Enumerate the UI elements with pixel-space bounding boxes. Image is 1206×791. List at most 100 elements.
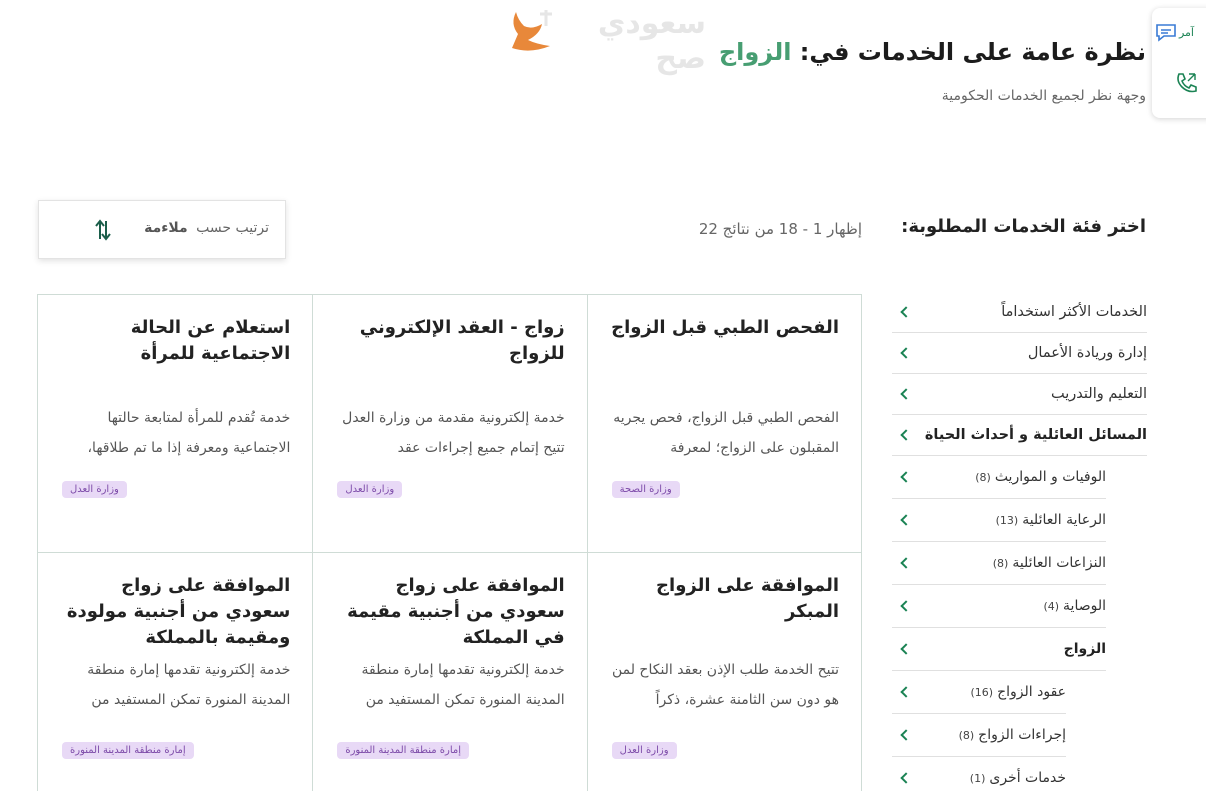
sidebar-item-label: إدارة وريادة الأعمال <box>1028 345 1147 361</box>
sidebar-item[interactable]: خدمات أخرى(1) <box>892 757 1066 791</box>
sort-label-text: ترتيب حسب <box>196 220 269 236</box>
services-grid: الفحص الطبي قبل الزواج الفحص الطبي قبل ال… <box>37 294 862 791</box>
sidebar-item-text: النزاعات العائلية <box>1012 555 1106 571</box>
page-subtitle: وجهة نظر لجميع الخدمات الحكومية <box>941 88 1146 104</box>
sidebar-item[interactable]: إجراءات الزواج(8) <box>892 714 1066 757</box>
card-agency-badge: إمارة منطقة المدينة المنورة <box>62 742 194 759</box>
chevron-left-icon <box>900 600 912 612</box>
card-title: استعلام عن الحالة الاجتماعية للمرأة <box>130 317 291 364</box>
sidebar-item[interactable]: المسائل العائلية و أحداث الحياة <box>892 415 1147 456</box>
sidebar-item-label: عقود الزواج(16) <box>970 684 1066 700</box>
sidebar-item-text: الوفيات و المواريث <box>994 469 1106 485</box>
card-agency-badge: وزارة العدل <box>611 742 677 759</box>
chevron-left-icon <box>900 729 912 741</box>
sidebar-item-count: (13) <box>995 514 1019 527</box>
page-title-accent: الزواج <box>718 38 792 66</box>
sidebar-item[interactable]: الزواج <box>892 628 1106 671</box>
sidebar-item-label: التعليم والتدريب <box>1051 386 1147 402</box>
phone-icon <box>1177 73 1197 93</box>
sidebar-item-label: النزاعات العائلية(8) <box>993 555 1106 571</box>
card-agency-badge: إمارة منطقة المدينة المنورة <box>337 742 470 759</box>
card-title: زواج - العقد الإلكتروني للزواج <box>359 317 565 364</box>
category-heading: اختر فئة الخدمات المطلوبة: <box>901 216 1146 237</box>
card-description: الفحص الطبي قبل الزواج، فحص يجريه المقبل… <box>613 410 839 456</box>
chevron-left-icon <box>900 772 912 784</box>
sort-dropdown[interactable]: ترتيب حسب ملاءمة <box>38 200 286 259</box>
sidebar-item-label: خدمات أخرى(1) <box>970 770 1066 786</box>
sort-arrows-icon <box>95 219 111 241</box>
card-description: خدمة تُقدم للمرأة لمتابعة حالتها الاجتما… <box>87 410 291 456</box>
card-description: خدمة إلكترونية مقدمة من وزارة العدل تتيح… <box>342 410 565 456</box>
sort-value: ملاءمة <box>144 220 188 236</box>
sidebar-item-count: (8) <box>975 471 991 484</box>
sidebar-item-count: (16) <box>970 686 994 699</box>
service-card[interactable]: استعلام عن الحالة الاجتماعية للمرأة خدمة … <box>38 295 313 553</box>
call-button[interactable] <box>1174 70 1200 100</box>
sidebar-item[interactable]: النزاعات العائلية(8) <box>892 542 1106 585</box>
sidebar-item[interactable]: الرعاية العائلية(13) <box>892 499 1106 542</box>
service-card[interactable]: الموافقة على زواج سعودي من أجنبية مولودة… <box>38 553 313 791</box>
sort-label: ترتيب حسب ملاءمة <box>144 220 269 236</box>
service-card[interactable]: زواج - العقد الإلكتروني للزواج خدمة إلكتر… <box>312 295 587 553</box>
sidebar-item-text: الزواج <box>1063 641 1106 657</box>
sidebar-item-label: المسائل العائلية و أحداث الحياة <box>925 427 1147 443</box>
sidebar-item-text: المسائل العائلية و أحداث الحياة <box>924 427 1147 443</box>
sidebar-item-label: الخدمات الأكثر استخداماً <box>1001 304 1147 320</box>
chevron-left-icon <box>900 347 912 359</box>
sidebar-item-text: إدارة وريادة الأعمال <box>1027 345 1147 361</box>
card-description: خدمة إلكترونية تقدمها إمارة منطقة المدين… <box>361 662 565 708</box>
logo-mark-icon <box>512 10 552 51</box>
page-title: نظرة عامة على الخدمات في: الزواج <box>719 38 1146 66</box>
site-logo: سعودي صح <box>506 4 706 76</box>
service-card[interactable]: الموافقة على الزواج المبكر تتيح الخدمة طل… <box>586 553 861 791</box>
chat-button[interactable]: آمر <box>1155 22 1194 42</box>
service-card[interactable]: الفحص الطبي قبل الزواج الفحص الطبي قبل ال… <box>586 295 861 553</box>
page-title-prefix: نظرة عامة على الخدمات في: <box>791 38 1146 66</box>
sidebar-item-label: الوفيات و المواريث(8) <box>975 469 1106 485</box>
sidebar-item[interactable]: الوفيات و المواريث(8) <box>892 456 1106 499</box>
chevron-left-icon <box>900 643 912 655</box>
sidebar-item-count: (1) <box>969 772 986 785</box>
card-agency-badge: وزارة العدل <box>337 481 403 498</box>
chevron-left-icon <box>900 429 912 441</box>
chevron-left-icon <box>900 306 912 318</box>
chevron-left-icon <box>900 471 912 483</box>
card-agency-badge: وزارة العدل <box>62 481 127 498</box>
service-card[interactable]: الموافقة على زواج سعودي من أجنبية مقيمة … <box>312 553 587 791</box>
results-count: إظهار 1 - 18 من نتائج 22 <box>698 220 862 238</box>
sidebar-item-label: الزواج <box>1064 641 1106 657</box>
sidebar-item[interactable]: إدارة وريادة الأعمال <box>892 333 1147 374</box>
card-title: الفحص الطبي قبل الزواج <box>611 317 839 338</box>
category-sidebar: الخدمات الأكثر استخداماً إدارة وريادة الأ… <box>892 292 1147 791</box>
chevron-left-icon <box>900 514 912 526</box>
contact-widget: آمر <box>1152 8 1206 118</box>
card-title: الموافقة على الزواج المبكر <box>656 575 839 622</box>
sidebar-item-label: الوصاية(4) <box>1043 598 1106 614</box>
sidebar-item-text: إجراءات الزواج <box>978 727 1066 743</box>
card-description: تتيح الخدمة طلب الإذن بعقد النكاح لمن هو… <box>611 662 839 708</box>
card-description: خدمة إلكترونية تقدمها إمارة منطقة المدين… <box>87 662 291 708</box>
chat-icon <box>1156 24 1176 42</box>
sidebar-item-text: عقود الزواج <box>997 684 1066 700</box>
sidebar-item-label: إجراءات الزواج(8) <box>959 727 1066 743</box>
card-title: الموافقة على زواج سعودي من أجنبية مولودة… <box>66 575 291 648</box>
sidebar-item-text: خدمات أخرى <box>989 770 1066 786</box>
sidebar-item[interactable]: الخدمات الأكثر استخداماً <box>892 292 1147 333</box>
logo-wordmark: سعودي صح <box>597 6 706 76</box>
sidebar-item-count: (4) <box>1043 600 1060 613</box>
sidebar-item[interactable]: عقود الزواج(16) <box>892 671 1066 714</box>
chat-label: آمر <box>1178 25 1194 39</box>
card-title: الموافقة على زواج سعودي من أجنبية مقيمة … <box>347 575 565 648</box>
sidebar-item-text: التعليم والتدريب <box>1051 386 1147 402</box>
sidebar-item[interactable]: الوصاية(4) <box>892 585 1106 628</box>
sidebar-item-text: الخدمات الأكثر استخداماً <box>1001 304 1147 320</box>
chevron-left-icon <box>900 388 912 400</box>
sidebar-item-count: (8) <box>992 557 1009 570</box>
sidebar-item-text: الوصاية <box>1063 598 1106 614</box>
chevron-left-icon <box>900 686 912 698</box>
card-agency-badge: وزارة الصحة <box>611 481 680 498</box>
chevron-left-icon <box>900 557 912 569</box>
sidebar-item-text: الرعاية العائلية <box>1022 512 1106 528</box>
sidebar-item-count: (8) <box>958 729 975 742</box>
sidebar-item[interactable]: التعليم والتدريب <box>892 374 1147 415</box>
